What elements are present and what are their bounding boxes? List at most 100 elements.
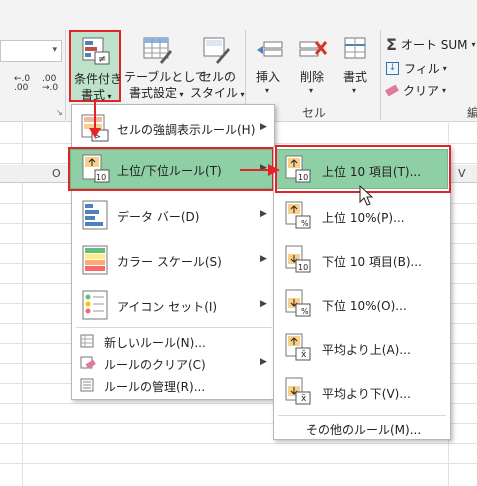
submenu-arrow-icon: ▶ [260, 299, 267, 309]
chevron-down-icon: ▾ [352, 86, 357, 95]
submenu-icon-badge: % [301, 219, 309, 228]
icon-sets-icon [82, 290, 108, 320]
data-bars-icon [82, 200, 108, 230]
menu-item-top-bottom-rules[interactable]: 10 上位/下位ルール(T) ▶ [72, 149, 274, 189]
clear-rules-icon [80, 356, 96, 369]
chevron-down-icon: ▾ [177, 90, 184, 99]
menu-item-label: ルールの管理(R)... [104, 380, 206, 394]
submenu-item-label: 下位 10 項目(B)... [322, 255, 422, 269]
submenu-icon-badge: 10 [298, 263, 309, 272]
submenu-item-more-rules[interactable]: その他のルール(M)... [274, 418, 450, 438]
column-header-v[interactable]: V [458, 167, 466, 180]
submenu-item-label: 平均より上(A)... [322, 343, 411, 357]
format-icon [344, 37, 366, 59]
cell-styles-button[interactable]: セルの スタイル ▾ [190, 30, 245, 102]
submenu-item-label: 下位 10%(O)... [322, 299, 407, 313]
sigma-icon: Σ [386, 35, 397, 54]
number-format-dropdown[interactable]: ▾ [0, 40, 62, 62]
chevron-down-icon: ▾ [442, 64, 447, 73]
submenu-item-label: 上位 10 項目(T)... [322, 165, 422, 179]
submenu-item-bottom-10-items[interactable]: 10 下位 10 項目(B)... [274, 239, 450, 281]
fill-button[interactable]: ↓ フィル ▾ [386, 60, 447, 77]
top-bottom-rules-submenu: 10 上位 10 項目(T)... % 上位 10%(P)... 10 下位 1… [273, 145, 451, 440]
group-separator [65, 30, 66, 120]
delete-button[interactable]: 削除 ▾ [292, 30, 332, 102]
cell-styles-label: セルの [200, 70, 237, 84]
menu-item-color-scales[interactable]: カラー スケール(S) ▶ [72, 240, 274, 280]
insert-label: 挿入 [256, 70, 281, 84]
cell-styles-icon [203, 37, 230, 64]
chevron-down-icon: ▾ [105, 92, 112, 101]
menu-item-label: 上位/下位ルール(T) [117, 164, 222, 178]
chevron-down-icon: ▾ [265, 86, 270, 95]
cell-styles-label-2: スタイル [190, 86, 239, 100]
increase-decimal-icon[interactable]: ←.0.00 [14, 75, 30, 93]
submenu-arrow-icon: ▶ [260, 254, 267, 264]
chevron-down-icon: ▾ [309, 86, 314, 95]
conditional-formatting-label-2: 書式 [81, 88, 106, 102]
above-average-icon [285, 333, 311, 361]
menu-item-clear-rules[interactable]: ルールのクリア(C) ▶ [72, 353, 274, 373]
autosum-label: オート SUM [400, 38, 468, 52]
submenu-item-bottom-10-percent[interactable]: % 下位 10%(O)... [274, 283, 450, 325]
menu-item-highlight-cells-rules[interactable]: > セルの強調表示ルール(H) ▶ [72, 109, 274, 147]
chevron-down-icon: ▾ [442, 86, 447, 95]
conditional-formatting-icon: ≠ [82, 37, 110, 65]
format-button[interactable]: 書式 ▾ [335, 30, 375, 102]
chevron-down-icon: ▾ [238, 90, 245, 99]
fill-label: フィル [404, 62, 440, 76]
submenu-item-top-10-items[interactable]: 10 上位 10 項目(T)... [274, 149, 450, 191]
menu-item-icon-sets[interactable]: アイコン セット(I) ▶ [72, 285, 274, 325]
submenu-arrow-icon: ▶ [260, 357, 267, 367]
menu-item-manage-rules[interactable]: ルールの管理(R)... [72, 375, 274, 395]
below-average-icon [285, 377, 311, 405]
top-bottom-icon: 10 [82, 154, 110, 183]
submenu-item-above-average[interactable]: x̄ 平均より上(A)... [274, 327, 450, 369]
submenu-item-label: 上位 10%(P)... [322, 211, 405, 225]
manage-rules-icon [80, 378, 94, 392]
format-as-table-icon [143, 37, 172, 64]
submenu-item-top-10-percent[interactable]: % 上位 10%(P)... [274, 195, 450, 237]
decrease-decimal-icon[interactable]: .00 →.0 [42, 75, 58, 93]
menu-item-label: データ バー(D) [117, 210, 200, 224]
submenu-item-below-average[interactable]: x̄ 平均より下(V)... [274, 371, 450, 413]
menu-item-label: セルの強調表示ルール(H) [117, 123, 256, 137]
conditional-formatting-label: 条件付き [74, 72, 123, 86]
menu-item-label: 新しいルール(N)... [104, 336, 206, 350]
submenu-item-label: 平均より下(V)... [322, 387, 411, 401]
clear-button[interactable]: クリア ▾ [385, 82, 447, 99]
clear-label: クリア [403, 84, 440, 98]
svg-text:≠: ≠ [98, 54, 106, 65]
format-label: 書式 [343, 70, 368, 84]
submenu-arrow-icon: ▶ [260, 209, 267, 219]
svg-text:>: > [94, 132, 101, 141]
conditional-formatting-button[interactable]: ≠ 条件付き 書式 ▾ [69, 30, 123, 102]
column-header-o[interactable]: O [52, 167, 61, 180]
new-rule-icon [80, 334, 94, 348]
cells-group-label: セル [302, 106, 327, 120]
delete-icon [299, 41, 328, 57]
format-as-table-label-2: 書式設定 [129, 86, 178, 100]
conditional-formatting-menu: > セルの強調表示ルール(H) ▶ 10 上位/下位ルール(T) ▶ データ バ… [68, 104, 275, 400]
submenu-arrow-icon: ▶ [260, 122, 267, 132]
insert-button[interactable]: 挿入 ▾ [250, 30, 288, 102]
group-separator [380, 30, 381, 120]
editing-group-label: 編 [467, 106, 477, 120]
menu-item-label: ルールのクリア(C) [104, 358, 206, 372]
eraser-icon [385, 84, 399, 97]
autosum-button[interactable]: Σ オート SUM ▾ [386, 35, 476, 54]
delete-label: 削除 [300, 70, 325, 84]
svg-text:10: 10 [96, 173, 106, 182]
menu-item-label: カラー スケール(S) [117, 255, 222, 269]
color-scales-icon [82, 245, 108, 275]
submenu-separator [278, 415, 446, 416]
format-as-table-button[interactable]: テーブルとして 書式設定 ▾ [124, 30, 207, 102]
dialog-launcher-icon[interactable]: ↘ [56, 108, 63, 117]
insert-icon [257, 41, 283, 57]
fill-down-icon: ↓ [386, 62, 399, 75]
submenu-icon-badge: % [301, 307, 309, 316]
menu-item-new-rule[interactable]: 新しいルール(N)... [72, 331, 274, 351]
chevron-down-icon: ▾ [52, 45, 57, 55]
submenu-icon-badge: 10 [298, 173, 309, 182]
menu-item-data-bars[interactable]: データ バー(D) ▶ [72, 195, 274, 235]
